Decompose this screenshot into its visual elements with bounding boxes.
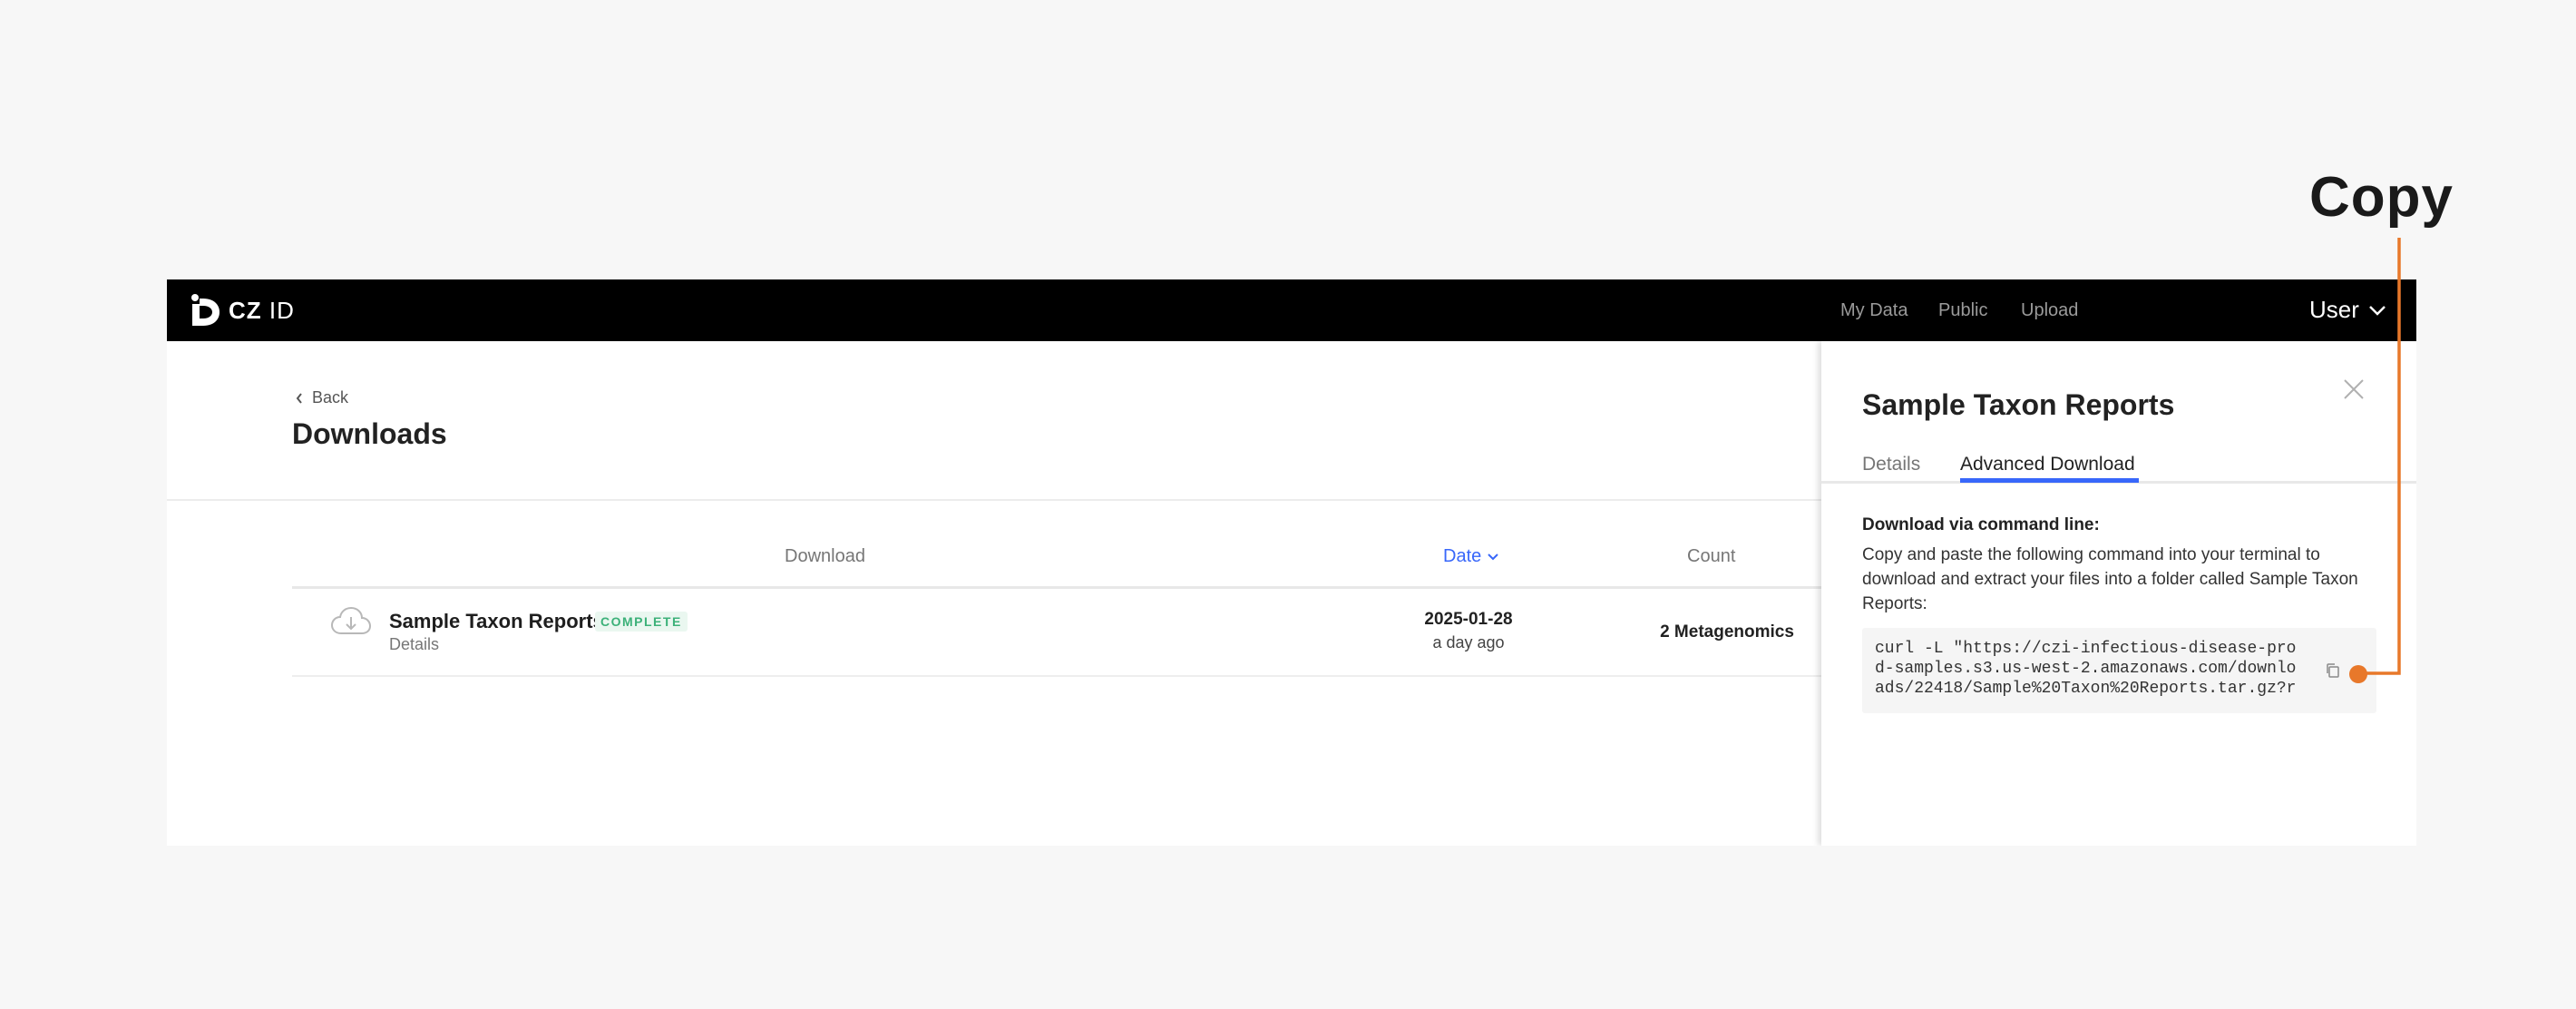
annotation-callout-line xyxy=(2349,238,2401,683)
